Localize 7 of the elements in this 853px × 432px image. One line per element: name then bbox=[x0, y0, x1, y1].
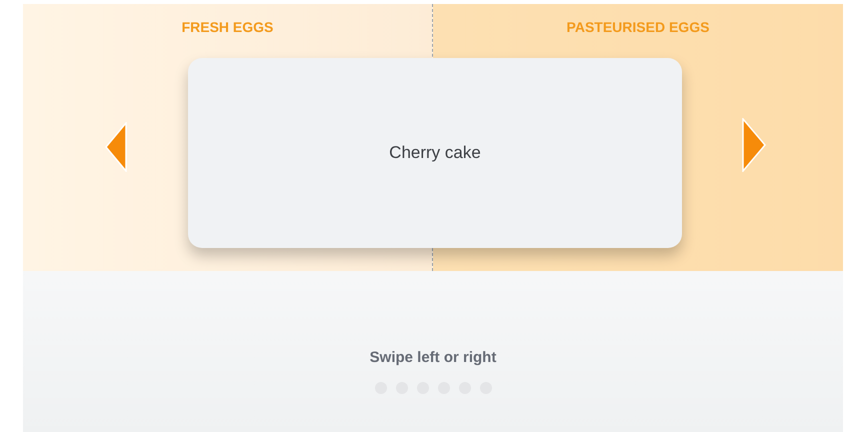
category-label: PASTEURISED EGGS bbox=[566, 18, 710, 37]
left-arrow-icon[interactable] bbox=[105, 122, 127, 172]
swipe-hint: Swipe left or right bbox=[370, 348, 496, 368]
category-label: FRESH EGGS bbox=[182, 18, 274, 37]
card-text: Cherry cake bbox=[389, 142, 481, 164]
right-arrow-icon[interactable] bbox=[742, 118, 766, 172]
swipe-card[interactable]: Cherry cake bbox=[188, 58, 682, 248]
